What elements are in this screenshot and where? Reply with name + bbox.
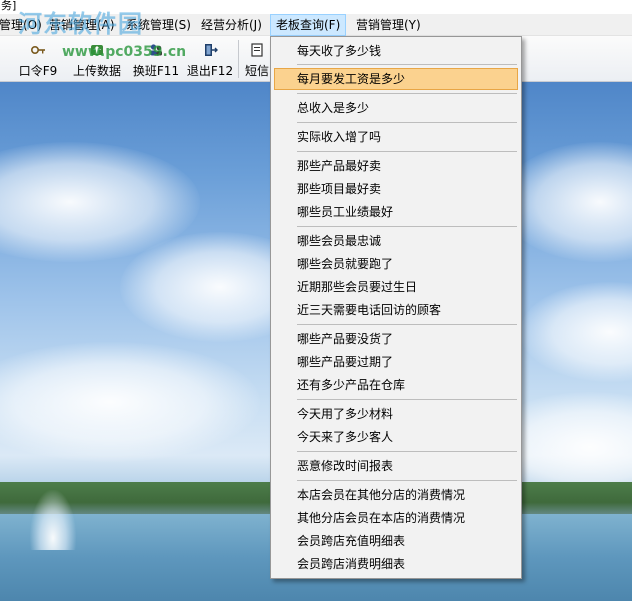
menu-item-expiring-products[interactable]: 哪些产品要过期了 [274,351,518,373]
menu-item-total-income[interactable]: 总收入是多少 [274,97,518,119]
exit-button-label: 退出F12 [186,64,234,78]
menu-item-guests-today[interactable]: 今天来了多少客人 [274,426,518,448]
menu-item-members-at-other-branches[interactable]: 本店会员在其他分店的消费情况 [274,484,518,506]
menu-item-warehouse-stock[interactable]: 还有多少产品在仓库 [274,374,518,396]
sms-button[interactable]: 短信 [242,36,272,82]
menu-separator [297,451,517,452]
menu-item-daily-income[interactable]: 每天收了多少钱 [274,40,518,62]
menu-item-other-branch-members-here[interactable]: 其他分店会员在本店的消费情况 [274,507,518,529]
menu-item-loyal-members[interactable]: 哪些会员最忠诚 [274,230,518,252]
exit-button[interactable]: 退出F12 [186,36,234,82]
menu-item-best-employees[interactable]: 哪些员工业绩最好 [274,201,518,223]
menu-item-best-services[interactable]: 那些项目最好卖 [274,178,518,200]
menu-item-cross-store-consumption[interactable]: 会员跨店消费明细表 [274,553,518,575]
menu-item-low-stock[interactable]: 哪些产品要没货了 [274,328,518,350]
menu-marketing-y[interactable]: 营销管理(Y) [351,14,426,36]
menu-separator [297,93,517,94]
key-icon [30,46,45,55]
menu-separator [297,151,517,152]
upload-data-button-label: 上传数据 [72,64,121,78]
menu-business-analysis[interactable]: 经营分析(J) [196,14,267,36]
menu-separator [297,64,517,65]
toolbar-separator [238,40,239,78]
menu-item-member-birthdays[interactable]: 近期那些会员要过生日 [274,276,518,298]
password-button[interactable]: 口令F9 [14,36,62,82]
boss-query-dropdown: 每天收了多少钱 每月要发工资是多少 总收入是多少 实际收入增了吗 那些产品最好卖… [270,36,522,579]
password-button-label: 口令F9 [18,64,58,78]
menu-item-time-tamper-report[interactable]: 恶意修改时间报表 [274,455,518,477]
sms-button-label: 短信 [244,64,269,78]
menu-separator [297,122,517,123]
menu-item-materials-used[interactable]: 今天用了多少材料 [274,403,518,425]
exit-icon [205,44,218,56]
menu-separator [297,226,517,227]
cloud [0,342,260,462]
menu-item-income-growth[interactable]: 实际收入增了吗 [274,126,518,148]
watermark-logo: 河东软件园 [18,9,143,38]
menu-item-best-products[interactable]: 那些产品最好卖 [274,155,518,177]
menu-item-monthly-salary[interactable]: 每月要发工资是多少 [274,68,518,90]
menu-separator [297,399,517,400]
watermark-url: www.pc0359.cn [62,44,187,60]
menu-separator [297,480,517,481]
cloud [520,282,632,382]
menu-separator [297,324,517,325]
menu-item-callback-customers[interactable]: 近三天需要电话回访的顾客 [274,299,518,321]
menu-boss-query[interactable]: 老板查询(F) [270,14,347,36]
sms-icon [251,43,263,57]
shift-change-button-label: 换班F11 [132,64,180,78]
fountain [30,490,76,550]
menu-item-cross-store-recharge[interactable]: 会员跨店充值明细表 [274,530,518,552]
menu-item-leaving-members[interactable]: 哪些会员就要跑了 [274,253,518,275]
